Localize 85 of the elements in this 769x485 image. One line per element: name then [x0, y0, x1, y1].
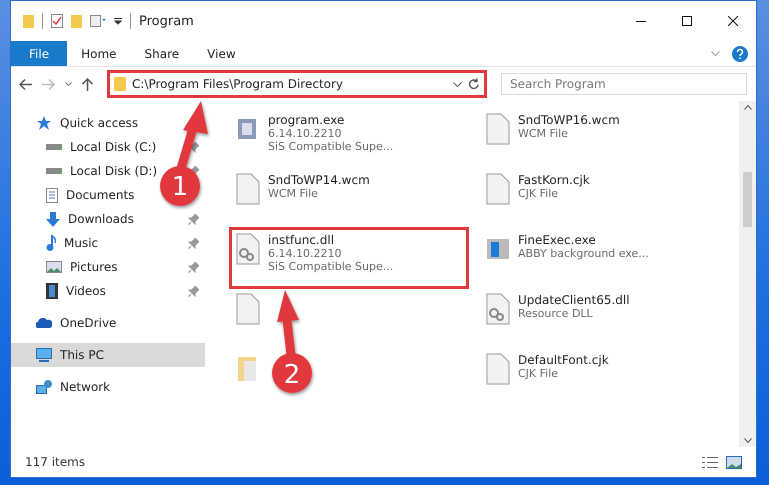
- search-field[interactable]: Search Program: [501, 73, 747, 95]
- blank-file-icon: [486, 353, 510, 385]
- file-detail: CJK File: [518, 367, 560, 380]
- pin-icon[interactable]: [188, 286, 199, 296]
- maximize-icon: [682, 16, 692, 26]
- file-name: program.exe: [268, 113, 346, 127]
- gear-file-icon: [236, 233, 260, 265]
- window-title: Program: [139, 14, 194, 28]
- file-name: instfunc.dll: [268, 233, 336, 247]
- up-arrow-icon[interactable]: [82, 78, 93, 90]
- sidebar-item[interactable]: This PC: [11, 343, 205, 367]
- music-note-icon: [46, 235, 56, 251]
- close-icon: [728, 16, 738, 26]
- star-icon: [36, 116, 52, 130]
- file-name: DefaultFont.cjk: [518, 353, 609, 367]
- file-name: UpdateClient65.dll: [518, 293, 630, 307]
- file-name: FineExec.exe: [518, 233, 597, 247]
- ribbon-tab[interactable]: File: [11, 41, 68, 66]
- film-icon: [46, 283, 58, 299]
- scroll-thumb[interactable]: [743, 172, 752, 226]
- item-count: 117 items: [25, 455, 86, 469]
- folder-icon: [71, 14, 82, 28]
- file-name: SndToWP14.wcm: [268, 173, 370, 187]
- ribbon-tab[interactable]: Share: [130, 41, 194, 66]
- network-icon: [36, 380, 52, 394]
- cloud-icon: [36, 318, 52, 328]
- refresh-icon[interactable]: [468, 78, 480, 90]
- scroll-up-icon[interactable]: [744, 105, 752, 110]
- file-detail: WCM File: [268, 187, 319, 200]
- details-view-icon[interactable]: [702, 456, 718, 468]
- blank-file-icon: [236, 173, 260, 205]
- callout-badge: 2: [272, 353, 312, 393]
- file-detail: CJK File: [518, 187, 560, 200]
- callout-badge: 1: [160, 166, 200, 206]
- ribbon-tab[interactable]: View: [193, 41, 250, 66]
- monitor-icon: [36, 348, 52, 362]
- drive-icon: [46, 144, 62, 150]
- minimize-icon: [636, 20, 646, 22]
- sidebar-item[interactable]: Downloads: [68, 212, 134, 226]
- sidebar-item[interactable]: Local Disk (D:): [70, 164, 158, 178]
- chevron-down-icon[interactable]: [453, 82, 462, 86]
- file-detail: ABBY background exe...: [518, 247, 649, 260]
- file-detail: 6.14.10.2210: [268, 247, 342, 260]
- sidebar-item[interactable]: Network: [11, 375, 118, 399]
- ribbon-tab[interactable]: Home: [67, 41, 131, 66]
- drive-icon: [46, 168, 62, 174]
- callout-arrow: [277, 290, 299, 356]
- down-arrow-icon: [46, 212, 60, 226]
- gear-file-icon: [486, 293, 510, 325]
- file-detail: WCM File: [518, 127, 569, 140]
- back-arrow-icon[interactable]: [19, 78, 32, 90]
- checklist-icon: [51, 14, 63, 28]
- document-icon: [46, 188, 58, 202]
- sidebar-item[interactable]: OneDrive: [11, 311, 124, 335]
- blank-file-icon: [486, 113, 510, 145]
- blank-file-icon: [236, 293, 260, 325]
- pin-icon[interactable]: [188, 214, 199, 224]
- sidebar-item[interactable]: Music: [64, 236, 98, 250]
- file-detail: SiS Compatible Supe...: [268, 260, 394, 273]
- folder-icon: [114, 77, 126, 91]
- sidebar-item[interactable]: Quick access: [11, 111, 146, 135]
- selected-file-item[interactable]: instfunc.dll 6.14.10.2210 SiS Compatible Supe...: [229, 227, 469, 289]
- pictures-icon: [46, 261, 62, 273]
- pin-icon[interactable]: [188, 238, 199, 248]
- file-name: SndToWP16.wcm: [518, 113, 620, 127]
- file-detail: SiS Compatible Supe...: [268, 140, 394, 153]
- sidebar-item[interactable]: Pictures: [70, 260, 118, 274]
- help-icon[interactable]: [732, 46, 748, 62]
- thumbnail-view-icon[interactable]: [726, 456, 742, 468]
- sidebar-item[interactable]: Documents: [66, 188, 134, 202]
- scrollbar[interactable]: [739, 101, 756, 447]
- dropdown-icon[interactable]: [114, 18, 122, 24]
- blank-file-icon: [486, 173, 510, 205]
- file-detail: Resource DLL: [518, 307, 594, 320]
- folder-icon: [23, 14, 34, 28]
- address-bar[interactable]: C:\Program Files\Program Directory: [107, 70, 487, 98]
- sidebar-item[interactable]: Videos: [66, 284, 106, 298]
- file-detail: 6.14.10.2210: [268, 127, 342, 140]
- pin-icon[interactable]: [188, 262, 199, 272]
- chevron-down-icon[interactable]: [65, 82, 72, 86]
- properties-icon[interactable]: [90, 15, 106, 27]
- sidebar-item[interactable]: Local Disk (C:): [70, 140, 156, 154]
- pin-icon[interactable]: [188, 142, 199, 152]
- scroll-down-icon[interactable]: [744, 438, 752, 443]
- file-name: FastKorn.cjk: [518, 173, 590, 187]
